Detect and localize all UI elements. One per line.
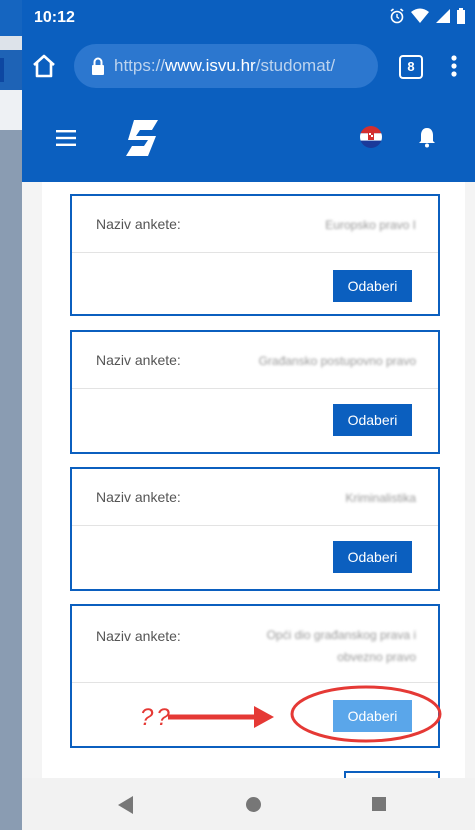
back-icon[interactable] — [118, 796, 134, 814]
recents-square-icon[interactable] — [372, 797, 386, 811]
android-nav-bar — [22, 778, 475, 830]
background-window-edge — [0, 0, 22, 36]
background-strip — [0, 90, 22, 130]
background-strip — [0, 36, 22, 50]
background-strip — [0, 50, 22, 90]
background-strip — [0, 130, 22, 830]
annotation-circle — [290, 685, 442, 743]
phone-screen: 10:12 https://www.isvu.hr/studomat/ 8 Na… — [22, 0, 475, 830]
annotation-arrow — [168, 706, 274, 728]
home-circle-icon[interactable] — [246, 797, 261, 812]
annotation-overlay — [168, 685, 442, 743]
